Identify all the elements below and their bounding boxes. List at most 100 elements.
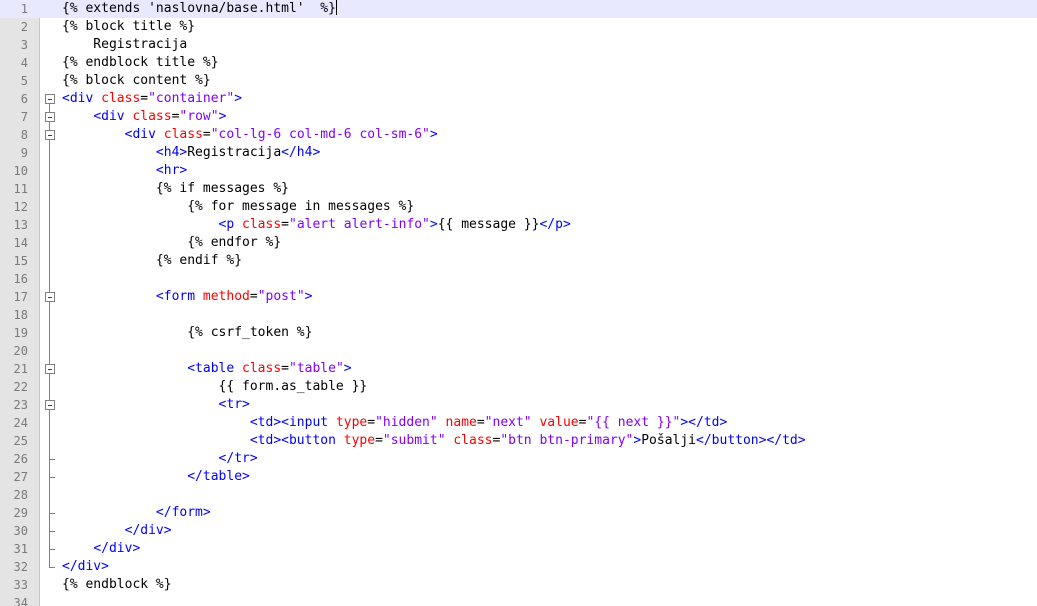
- collapse-minus-icon[interactable]: [45, 400, 55, 410]
- line-number: 22: [13, 380, 28, 394]
- token-attr: class: [163, 127, 203, 142]
- fold-blank: [43, 576, 57, 594]
- code-text: Registracija: [62, 36, 187, 54]
- code-line[interactable]: 8 <div class="col-lg-6 col-md-6 col-sm-6…: [0, 126, 1037, 144]
- code-line[interactable]: 4 {% endblock title %}: [0, 54, 1037, 72]
- token-tag: </h4>: [281, 145, 321, 160]
- code-line[interactable]: 21 <table class="table">: [0, 360, 1037, 378]
- code-editor[interactable]: 1 {% extends 'naslovna/base.html' %} 2 {% b…: [0, 0, 1037, 606]
- token-attr: class: [242, 217, 282, 232]
- code-line[interactable]: 12 {% for message in messages %}: [0, 198, 1037, 216]
- code-line[interactable]: 26 </tr>: [0, 450, 1037, 468]
- code-line[interactable]: 22 {{ form.as_table }}: [0, 378, 1037, 396]
- code-line[interactable]: 9 <h4>Registracija</h4>: [0, 144, 1037, 162]
- code-line[interactable]: 19 {% csrf_token %}: [0, 324, 1037, 342]
- fold-toggle-icon[interactable]: [43, 126, 57, 144]
- fold-toggle-icon[interactable]: [43, 288, 57, 306]
- fold-blank: [43, 594, 57, 606]
- line-number: 10: [13, 164, 28, 178]
- code-line[interactable]: 3 Registracija: [0, 36, 1037, 54]
- code-line[interactable]: 10 <hr>: [0, 162, 1037, 180]
- fold-line: [43, 324, 57, 342]
- code-line[interactable]: 32 </div>: [0, 558, 1037, 576]
- fold-end-marker: [43, 468, 57, 486]
- line-number: 32: [13, 560, 28, 574]
- token-tag: </form>: [155, 505, 211, 520]
- fold-end-marker: [43, 522, 57, 540]
- code-line[interactable]: 17 <form method="post">: [0, 288, 1037, 306]
- token-str: "table": [289, 361, 344, 376]
- token-django: {% endfor %}: [187, 235, 282, 250]
- code-line[interactable]: 11 {% if messages %}: [0, 180, 1037, 198]
- token-attr: name: [445, 415, 477, 430]
- token-str: "{{ next }}": [586, 415, 681, 430]
- code-line[interactable]: 6 <div class="container">: [0, 90, 1037, 108]
- collapse-minus-icon[interactable]: [45, 94, 55, 104]
- code-line[interactable]: 16: [0, 270, 1037, 288]
- fold-toggle-icon[interactable]: [43, 90, 57, 108]
- line-number: 18: [13, 308, 28, 322]
- token-django: {% extends 'naslovna/base.html' %}: [62, 1, 336, 16]
- code-line[interactable]: 14 {% endfor %}: [0, 234, 1037, 252]
- code-text: </div>: [62, 522, 172, 540]
- token-attr: type: [335, 415, 368, 430]
- token-eq: =: [249, 289, 258, 304]
- token-eq: =: [202, 127, 211, 142]
- code-text: {{ form.as_table }}: [62, 378, 368, 396]
- token-attr: type: [343, 433, 376, 448]
- token-attr: class: [242, 361, 282, 376]
- code-line[interactable]: 15 {% endif %}: [0, 252, 1037, 270]
- token-django: {% block content %}: [62, 73, 211, 88]
- code-line[interactable]: 34: [0, 594, 1037, 606]
- collapse-minus-icon[interactable]: [45, 112, 55, 122]
- code-text: {% endblock title %}: [62, 54, 219, 72]
- line-number: 17: [13, 290, 28, 304]
- collapse-minus-icon[interactable]: [45, 364, 55, 374]
- code-line[interactable]: 1 {% extends 'naslovna/base.html' %}: [0, 0, 1037, 18]
- code-line[interactable]: 31 </div>: [0, 540, 1037, 558]
- fold-toggle-icon[interactable]: [43, 108, 57, 126]
- token-tag: >: [304, 289, 313, 304]
- collapse-minus-icon[interactable]: [45, 130, 55, 140]
- fold-line: [43, 216, 57, 234]
- code-line[interactable]: 24 <td><input type="hidden" name="next" …: [0, 414, 1037, 432]
- code-line[interactable]: 27 </table>: [0, 468, 1037, 486]
- fold-line: [43, 378, 57, 396]
- code-line[interactable]: 7 <div class="row">: [0, 108, 1037, 126]
- token-eq: =: [281, 217, 289, 232]
- token-str: "hidden": [375, 415, 438, 430]
- line-number: 16: [13, 272, 28, 286]
- code-line[interactable]: 2 {% block title %}: [0, 18, 1037, 36]
- code-line[interactable]: 20: [0, 342, 1037, 360]
- code-line[interactable]: 25 <td><button type="submit" class="btn …: [0, 432, 1037, 450]
- code-line[interactable]: 30 </div>: [0, 522, 1037, 540]
- line-number: 21: [13, 362, 28, 376]
- fold-blank: [43, 72, 57, 90]
- code-text: {% if messages %}: [62, 180, 289, 198]
- code-line[interactable]: 13 <p class="alert alert-info">{{ messag…: [0, 216, 1037, 234]
- collapse-minus-icon[interactable]: [45, 292, 55, 302]
- fold-toggle-icon[interactable]: [43, 396, 57, 414]
- fold-blank: [43, 18, 57, 36]
- token-text: Registracija: [187, 145, 282, 160]
- code-line[interactable]: 23 <tr>: [0, 396, 1037, 414]
- code-text: </table>: [62, 468, 250, 486]
- code-line[interactable]: 29 </form>: [0, 504, 1037, 522]
- code-line[interactable]: 33 {% endblock %}: [0, 576, 1037, 594]
- code-line[interactable]: 5 {% block content %}: [0, 72, 1037, 90]
- fold-line: [43, 306, 57, 324]
- code-text: {% endfor %}: [62, 234, 281, 252]
- token-tag: <td><input: [249, 415, 336, 430]
- code-line[interactable]: 18: [0, 306, 1037, 324]
- line-number: 8: [20, 128, 28, 142]
- code-line[interactable]: 28: [0, 486, 1037, 504]
- token-tag: >: [429, 127, 438, 142]
- fold-toggle-icon[interactable]: [43, 360, 57, 378]
